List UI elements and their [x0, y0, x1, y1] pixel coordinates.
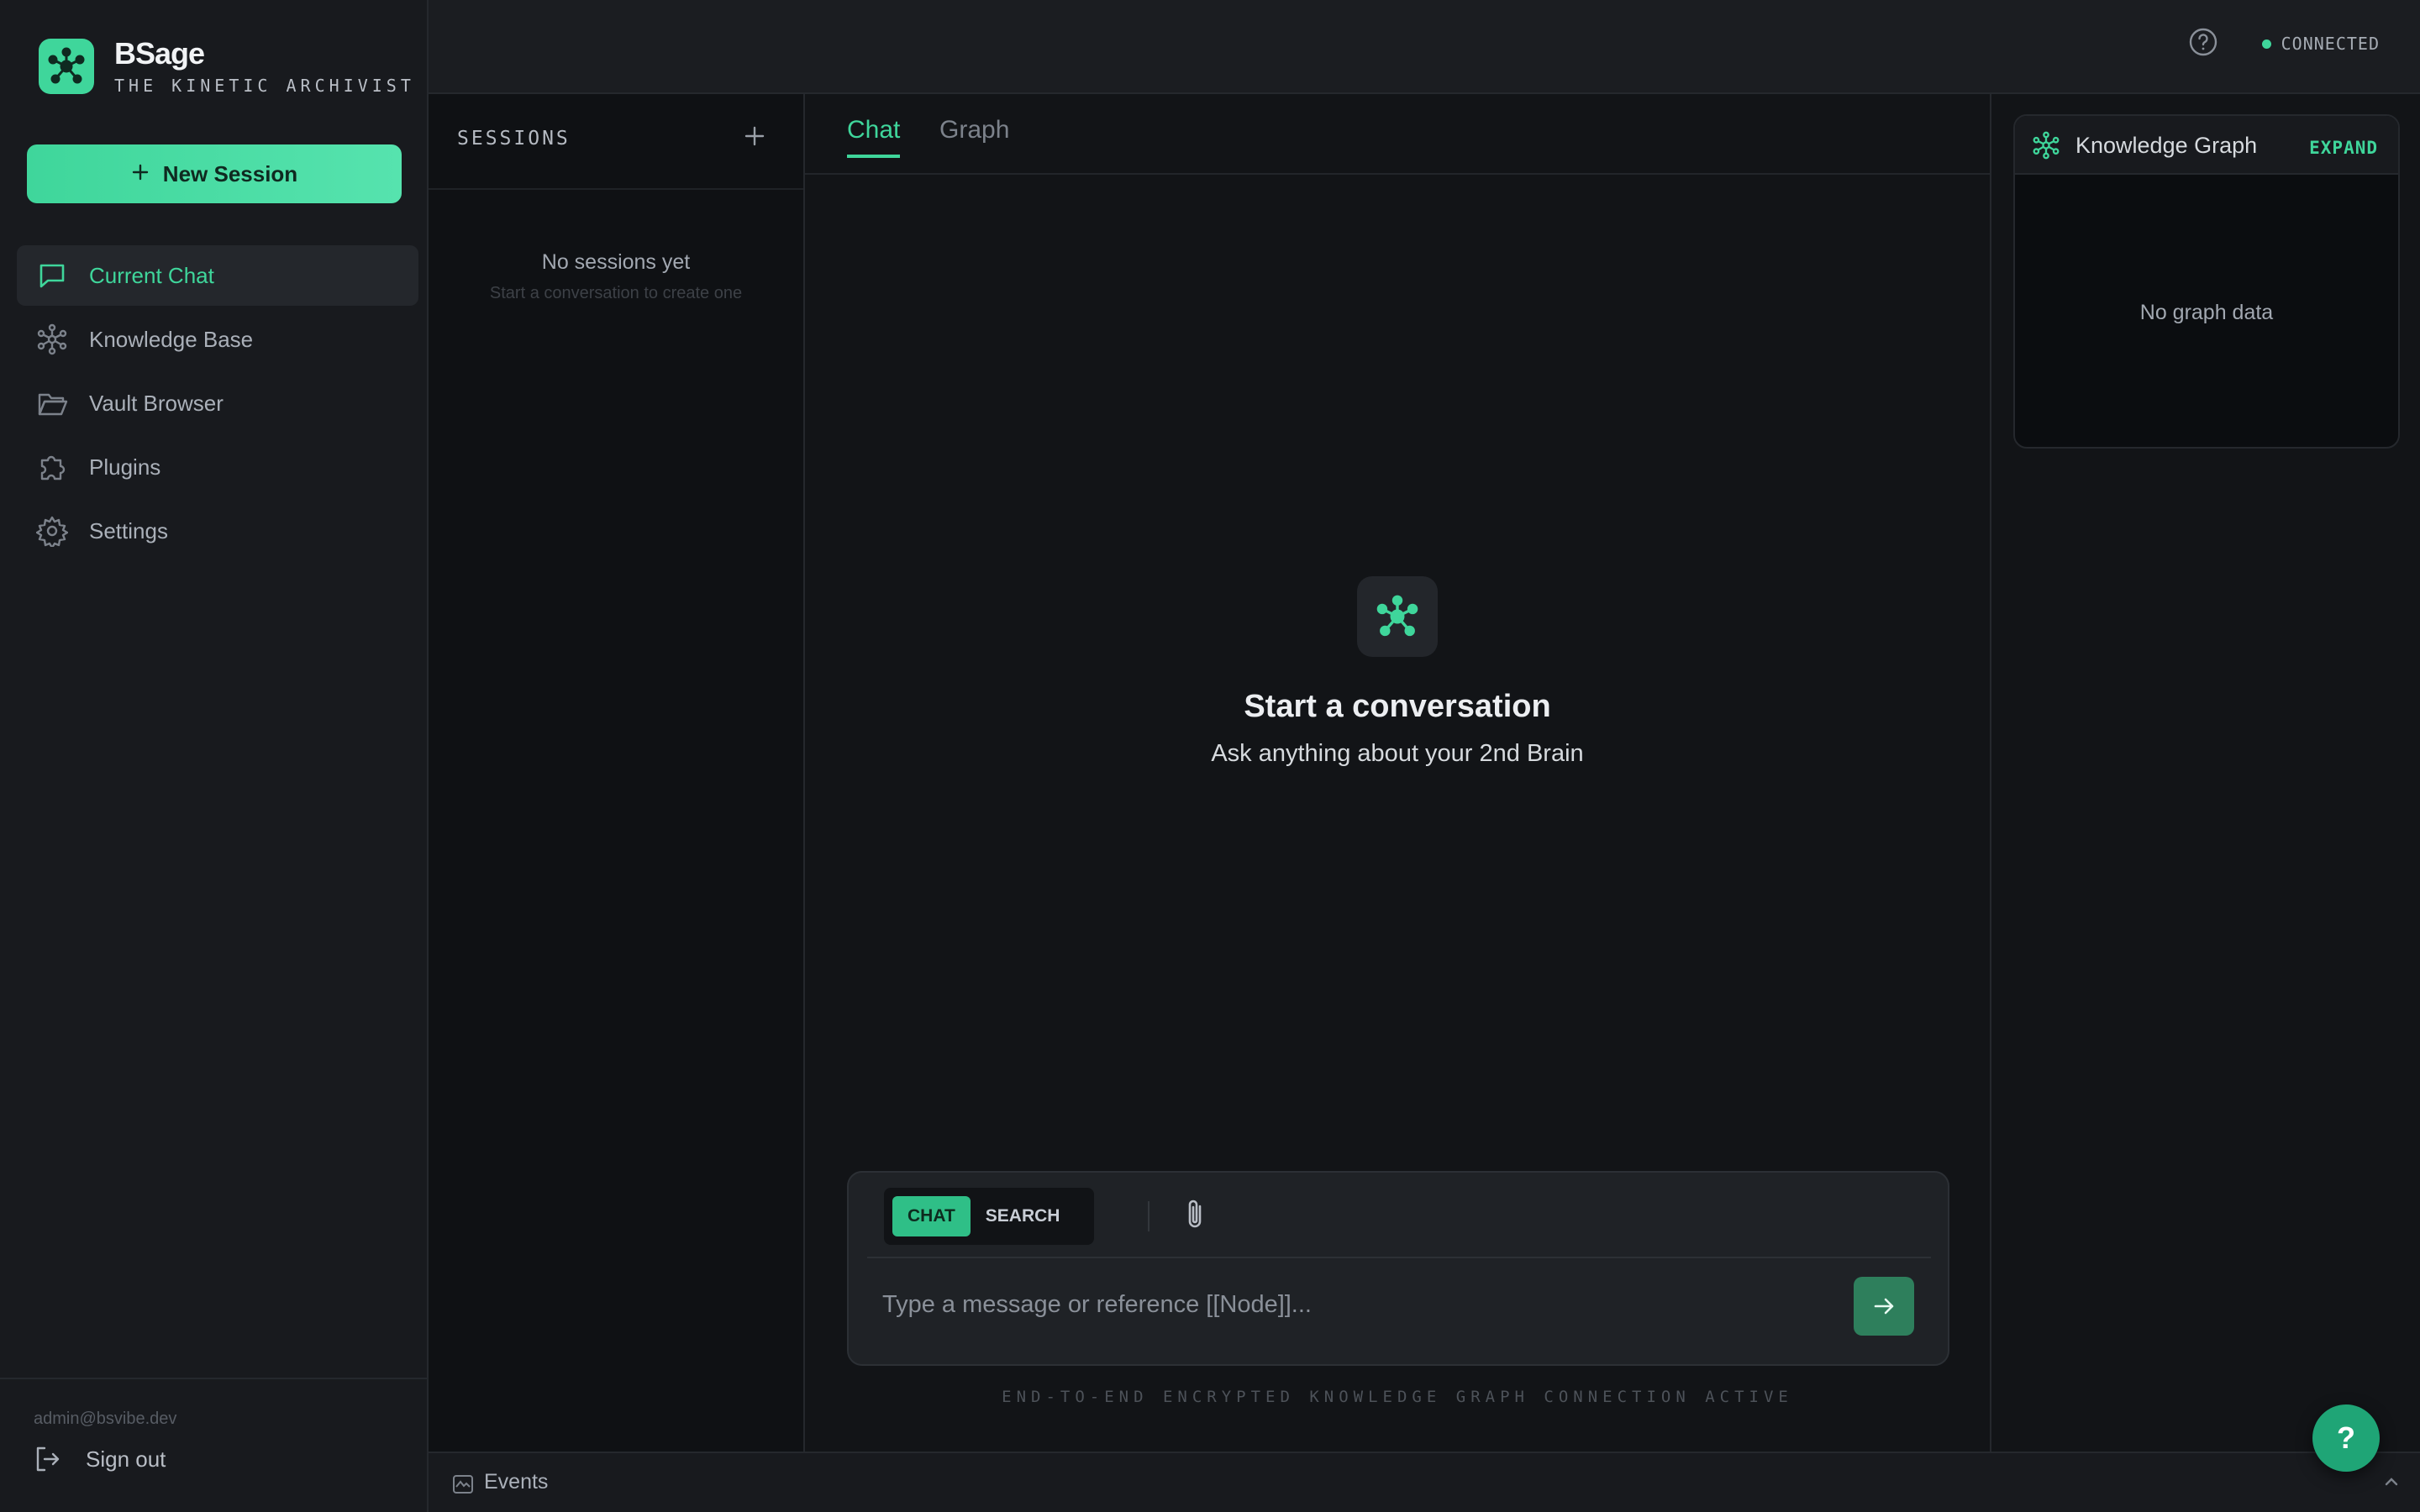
brand-tagline: THE KINETIC ARCHIVIST [114, 76, 415, 96]
sign-out-label: Sign out [86, 1446, 166, 1472]
sessions-header: SESSIONS [429, 94, 803, 190]
user-email: admin@bsvibe.dev [34, 1410, 177, 1428]
sidebar-item-label: Plugins [89, 454, 161, 480]
empty-state-subtitle: Ask anything about your 2nd Brain [1211, 740, 1584, 767]
graph-nodes-icon [2032, 131, 2060, 164]
connection-status: CONNECTED [2261, 34, 2380, 54]
chevron-up-icon[interactable] [2381, 1472, 2402, 1496]
activity-icon [452, 1473, 474, 1499]
message-input[interactable] [882, 1277, 1849, 1332]
status-dot [2261, 39, 2271, 49]
tab-graph[interactable]: Graph [939, 116, 1009, 155]
sidebar-item-vault-browser[interactable]: Vault Browser [17, 373, 418, 433]
empty-state-title: Start a conversation [1244, 689, 1551, 724]
mode-chat-button[interactable]: CHAT [892, 1196, 971, 1236]
send-button[interactable] [1854, 1277, 1914, 1336]
composer-divider [1148, 1201, 1150, 1231]
chat-main: Chat Graph Start a conversation Ask anyt… [805, 94, 1990, 1452]
expand-button[interactable]: EXPAND [2309, 138, 2378, 158]
sidebar-footer: admin@bsvibe.dev Sign out [0, 1378, 427, 1512]
connection-status-label: CONNECTED [2281, 34, 2380, 54]
sidebar-item-settings[interactable]: Settings [17, 501, 418, 561]
sidebar-item-label: Current Chat [89, 262, 214, 288]
mode-search-button[interactable]: SEARCH [971, 1196, 1076, 1236]
message-composer: CHAT SEARCH [847, 1171, 1949, 1366]
events-label: Events [484, 1470, 549, 1494]
brand-logo-icon [39, 39, 94, 94]
logout-icon [34, 1445, 62, 1473]
sidebar-item-plugins[interactable]: Plugins [17, 437, 418, 497]
sidebar-item-knowledge-base[interactable]: Knowledge Base [17, 309, 418, 370]
main-tabs: Chat Graph [805, 94, 1990, 175]
sessions-panel: SESSIONS No sessions yet Start a convers… [429, 94, 805, 1452]
sidebar-item-current-chat[interactable]: Current Chat [17, 245, 418, 306]
sidebar-nav: Current Chat Knowledge Base Vault Browse… [17, 245, 418, 564]
new-session-label: New Session [162, 160, 298, 186]
right-panel: Knowledge Graph EXPAND No graph data [1990, 94, 2420, 1452]
paperclip-icon[interactable] [1178, 1196, 1212, 1233]
sidebar-item-label: Settings [89, 517, 168, 543]
composer-divider [867, 1257, 1931, 1258]
sessions-title: SESSIONS [457, 128, 571, 150]
sidebar-item-label: Vault Browser [89, 390, 224, 416]
brand: BSage THE KINETIC ARCHIVIST [39, 37, 415, 96]
top-bar: CONNECTED [429, 0, 2420, 94]
graph-nodes-icon [35, 323, 69, 356]
empty-state: Start a conversation Ask anything about … [805, 576, 1990, 768]
folder-icon [35, 386, 69, 420]
sessions-empty-title: No sessions yet [541, 250, 691, 274]
plus-icon [131, 161, 150, 187]
brand-name: BSage [114, 36, 205, 71]
sidebar: BSage THE KINETIC ARCHIVIST New Session … [0, 0, 429, 1512]
mode-toggle: CHAT SEARCH [884, 1188, 1094, 1245]
encryption-note: END-TO-END ENCRYPTED KNOWLEDGE GRAPH CON… [1002, 1388, 1793, 1406]
events-bar[interactable]: Events [429, 1452, 2420, 1512]
arrow-right-icon [1874, 1298, 1894, 1315]
help-circle-icon[interactable] [2188, 27, 2218, 57]
tab-chat[interactable]: Chat [847, 116, 901, 158]
sign-out-button[interactable]: Sign out [34, 1445, 166, 1473]
knowledge-graph-title: Knowledge Graph [2075, 133, 2258, 158]
knowledge-graph-empty: No graph data [2139, 301, 2274, 324]
knowledge-graph-header: Knowledge Graph EXPAND [2015, 116, 2398, 175]
gear-icon [35, 514, 69, 548]
puzzle-icon [35, 450, 69, 484]
sessions-empty-hint: Start a conversation to create one [489, 284, 743, 302]
add-session-icon[interactable] [739, 121, 770, 151]
help-fab-button[interactable]: ? [2312, 1404, 2380, 1472]
graph-nodes-icon [1357, 576, 1438, 657]
new-session-button[interactable]: New Session [27, 144, 402, 203]
knowledge-graph-card: Knowledge Graph EXPAND No graph data [2013, 114, 2400, 449]
chat-bubble-icon [35, 259, 69, 292]
sidebar-item-label: Knowledge Base [89, 326, 254, 352]
